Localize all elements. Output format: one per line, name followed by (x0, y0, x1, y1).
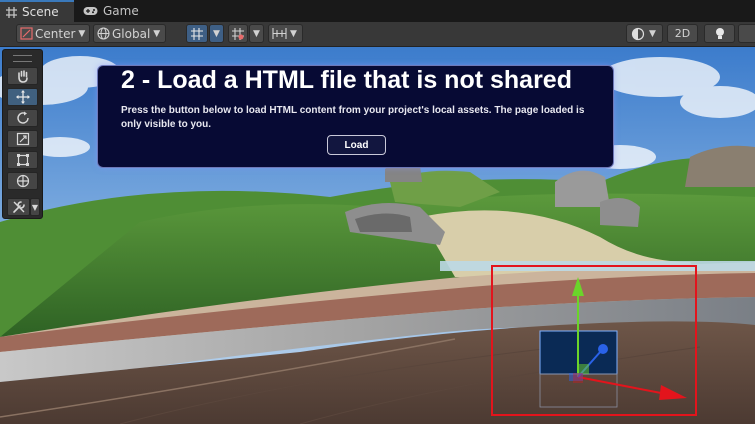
grid-snap-icon (191, 27, 203, 40)
html-load-panel: 2 - Load a HTML file that is not shared … (97, 65, 614, 168)
align-snap-dropdown[interactable]: ▼ (268, 24, 303, 43)
custom-tools-button[interactable] (7, 198, 30, 216)
pivot-icon (20, 27, 33, 40)
increment-snap-toggle[interactable] (228, 24, 248, 43)
draw-mode-dropdown[interactable]: ▼ (626, 24, 663, 43)
scale-tool-button[interactable] (7, 130, 38, 148)
chevron-down-icon: ▼ (153, 28, 161, 39)
move-arrows-icon (15, 90, 30, 104)
pivot-mode-label: Center (35, 26, 76, 41)
rotate-icon (16, 111, 29, 124)
tab-scene[interactable]: Scene (0, 0, 74, 22)
2d-mode-toggle[interactable]: 2D (667, 24, 698, 43)
rotate-tool-button[interactable] (7, 109, 38, 127)
grid-icon (6, 6, 17, 18)
panel-title: 2 - Load a HTML file that is not shared (121, 66, 572, 94)
align-icon (272, 28, 287, 39)
wrench-icon (12, 201, 25, 213)
chevron-down-icon: ▼ (290, 28, 297, 39)
pivot-mode-dropdown[interactable]: Center ▼ (16, 24, 90, 43)
tab-game[interactable]: Game (83, 0, 153, 22)
scene-lighting-toggle[interactable] (704, 24, 735, 43)
gamepad-icon (83, 7, 98, 15)
rect-transform-icon (16, 154, 29, 166)
chevron-down-icon: ▼ (253, 28, 260, 39)
view-tool-button[interactable] (7, 67, 38, 85)
custom-tools-menu[interactable]: ▼ (30, 198, 40, 216)
load-button[interactable]: Load (327, 135, 386, 155)
transform-icon (16, 174, 29, 188)
scene-tools-overlay: ▼ (2, 49, 43, 219)
panel-description: Press the button below to load HTML cont… (121, 105, 585, 130)
scene-toolbar: Center ▼ Global ▼ ▼ ▼ ▼ ▼ 2D (0, 22, 755, 47)
chevron-down-icon: ▼ (31, 202, 39, 212)
overlay-drag-handle[interactable] (13, 55, 32, 62)
audio-toggle[interactable] (738, 24, 755, 43)
chevron-down-icon: ▼ (78, 28, 86, 39)
grid-snapping-menu[interactable]: ▼ (209, 24, 224, 43)
scale-icon (16, 132, 29, 146)
2d-mode-label: 2D (674, 27, 691, 40)
chevron-down-icon: ▼ (213, 28, 220, 39)
grid-snapping-toggle[interactable] (186, 24, 208, 43)
increment-snap-menu[interactable]: ▼ (249, 24, 264, 43)
transform-gizmo[interactable] (493, 269, 693, 409)
chevron-down-icon: ▼ (649, 28, 656, 39)
hand-icon (17, 70, 28, 83)
rect-tool-button[interactable] (7, 151, 38, 169)
increment-snap-icon (232, 27, 244, 40)
lightbulb-icon (715, 27, 724, 39)
tab-scene-label: Scene (22, 5, 59, 19)
shading-mode-icon (631, 27, 645, 40)
transform-tool-button[interactable] (7, 172, 38, 190)
window-tab-bar: Scene Game (0, 0, 755, 22)
handle-space-dropdown[interactable]: Global ▼ (93, 24, 166, 43)
tab-game-label: Game (103, 4, 139, 18)
handle-space-label: Global (112, 26, 151, 41)
globe-icon (97, 27, 110, 40)
move-tool-button[interactable] (7, 88, 38, 106)
